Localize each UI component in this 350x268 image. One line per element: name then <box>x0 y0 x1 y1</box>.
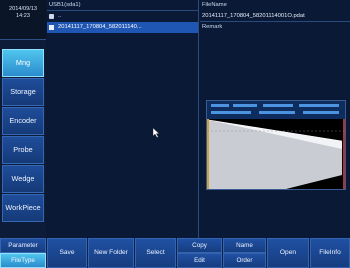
edit-button[interactable]: Edit <box>177 253 222 268</box>
sidebar-item-workpiece[interactable]: WorkPiece <box>2 194 44 222</box>
open-button[interactable]: Open <box>267 238 309 268</box>
sidebar-item-wedge[interactable]: Wedge <box>2 165 44 193</box>
folder-icon <box>49 14 54 19</box>
select-button[interactable]: Select <box>135 238 176 268</box>
document-icon <box>49 25 54 30</box>
file-row-parent[interactable]: .. <box>47 11 198 22</box>
main-panel: USB1(sda1) .. 20141117_170804_582011140.… <box>47 0 350 238</box>
date-text: 2014/09/13 <box>9 6 37 12</box>
mouse-pointer-icon <box>153 128 160 138</box>
sidebar-item-storage[interactable]: Storage <box>2 78 44 106</box>
file-preview-thumbnail <box>206 100 346 190</box>
filename-value: 20141117_170804_58201114001O.pdat <box>200 11 350 22</box>
fileinfo-button[interactable]: FileInfo <box>310 238 350 268</box>
sidebar-item-encoder[interactable]: Encoder <box>2 107 44 135</box>
path-header: USB1(sda1) <box>47 0 198 11</box>
file-info-pane: FileName 20141117_170804_58201114001O.pd… <box>200 0 350 238</box>
file-name: .. <box>58 13 62 19</box>
file-row-selected[interactable]: 20141117_170804_582011140... <box>47 22 198 33</box>
preview-scan-image <box>207 119 345 189</box>
sidebar-item-mng[interactable]: Mng <box>2 49 44 77</box>
time-text: 14:23 <box>16 13 30 19</box>
filename-label: FileName <box>202 2 227 8</box>
sidebar-item-probe[interactable]: Probe <box>2 136 44 164</box>
file-list-pane: USB1(sda1) .. 20141117_170804_582011140.… <box>47 0 199 238</box>
new-folder-button[interactable]: New Folder <box>88 238 134 268</box>
name-button[interactable]: Name <box>223 238 266 253</box>
copy-button[interactable]: Copy <box>177 238 222 253</box>
save-button[interactable]: Save <box>47 238 87 268</box>
parameter-button[interactable]: Parameter <box>0 238 46 253</box>
filetype-button[interactable]: FileType <box>0 253 46 268</box>
datetime-display: 2014/09/13 14:23 <box>0 0 46 40</box>
preview-header-bar <box>207 101 345 119</box>
sidebar: 2014/09/13 14:23 Mng Storage Encoder Pro… <box>0 0 46 268</box>
file-name: 20141117_170804_582011140... <box>58 24 142 30</box>
order-button[interactable]: Order <box>223 253 266 268</box>
remark-label: Remark <box>202 24 223 30</box>
bottom-toolbar: Parameter FileType Save New Folder Selec… <box>0 238 350 268</box>
